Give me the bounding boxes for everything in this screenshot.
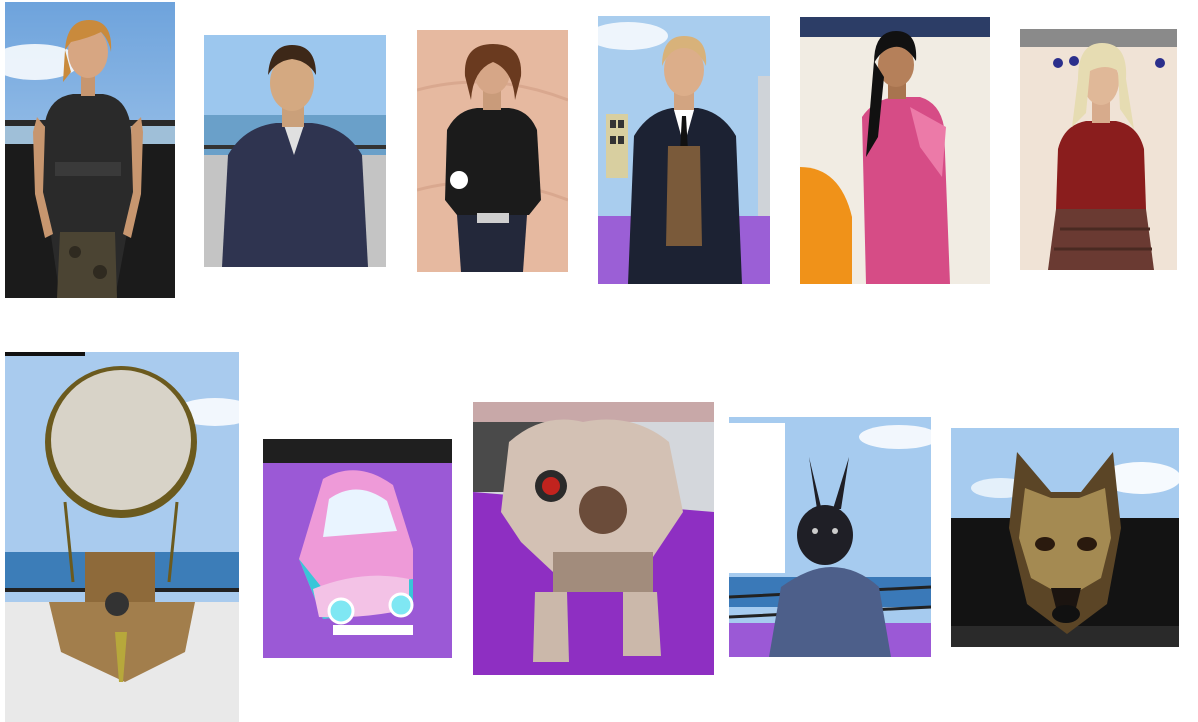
avatar-tile-9 [473, 402, 714, 675]
avatar-balloon-image [5, 352, 239, 722]
avatar-tile-8 [263, 439, 452, 658]
avatar-rabbit-image [729, 417, 931, 657]
avatar-woman-leather-jacket-image [417, 30, 568, 272]
avatar-tile-11 [951, 428, 1179, 647]
avatar-dog-image [951, 428, 1179, 647]
avatar-tile-4 [598, 16, 770, 284]
avatar-tile-3 [417, 30, 568, 272]
avatar-tile-10 [729, 417, 931, 657]
avatar-tile-2 [204, 35, 386, 267]
avatar-woman-sari-image [800, 17, 990, 284]
avatar-robot-image [473, 402, 714, 675]
avatar-tile-1 [5, 2, 175, 298]
avatar-man-denim-jacket-image [204, 35, 386, 267]
avatar-woman-tank-top-image [5, 2, 175, 298]
avatar-tile-5 [800, 17, 990, 284]
avatar-tile-6 [1020, 29, 1177, 270]
avatar-tile-7 [5, 352, 239, 722]
avatar-woman-red-sweater-image [1020, 29, 1177, 270]
avatar-man-suit-image [598, 16, 770, 284]
avatar-car-image [263, 439, 452, 658]
